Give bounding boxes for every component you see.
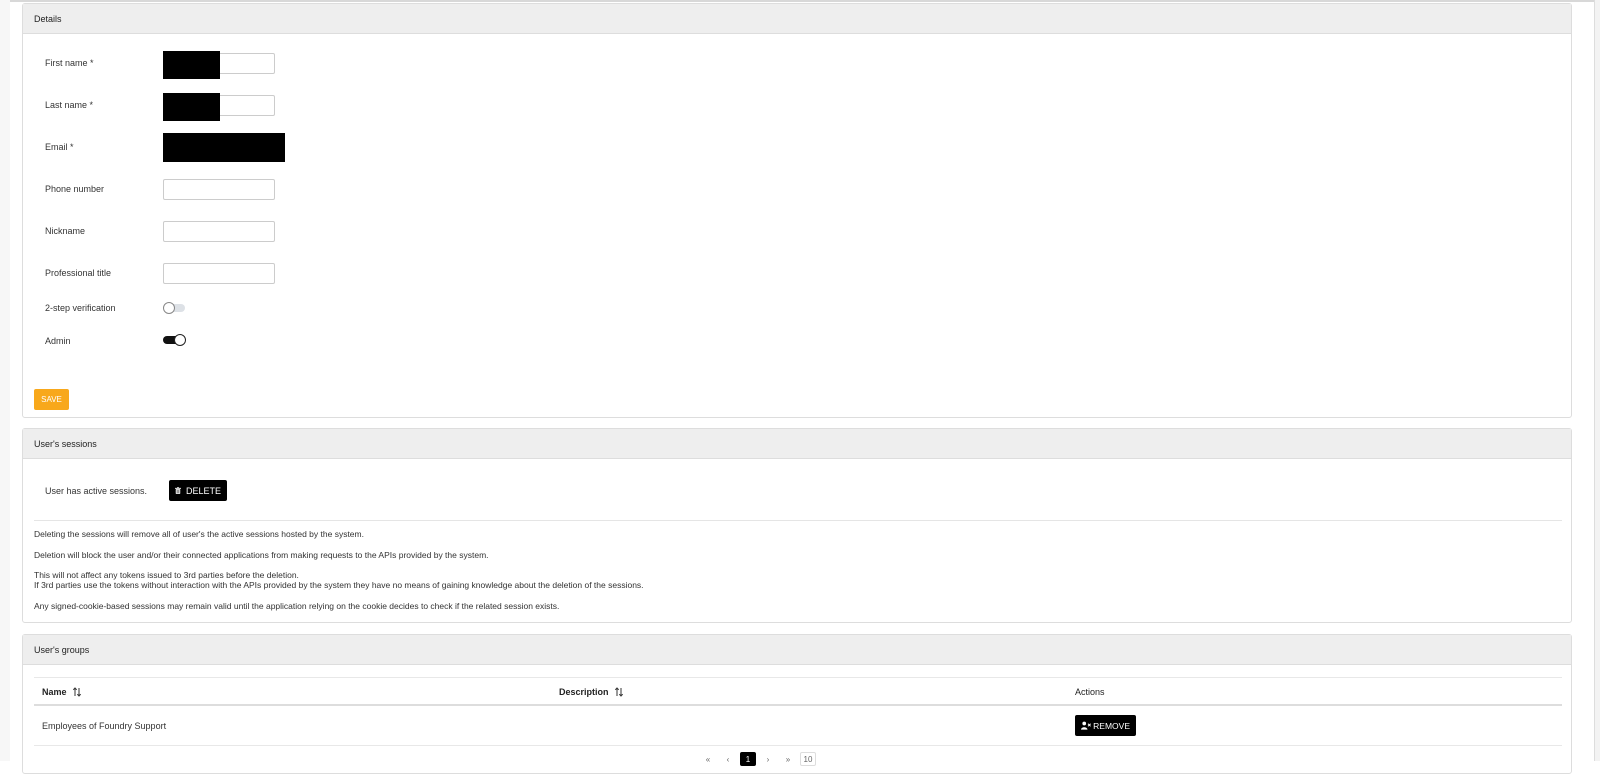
first-name-label: First name * bbox=[45, 58, 94, 68]
first-name-row: First name * bbox=[45, 51, 545, 79]
two-step-row: 2-step verification bbox=[45, 302, 545, 324]
save-button[interactable]: SAVE bbox=[34, 389, 69, 410]
sessions-header: User's sessions bbox=[23, 429, 1571, 459]
remove-label: REMOVE bbox=[1093, 720, 1130, 731]
column-name-label: Name bbox=[42, 687, 67, 697]
column-header-actions: Actions bbox=[1075, 687, 1105, 697]
professional-title-input[interactable] bbox=[163, 263, 275, 284]
phone-label: Phone number bbox=[45, 184, 105, 194]
toggle-knob bbox=[174, 334, 186, 346]
details-panel: Details First name * Last name * Email *… bbox=[22, 3, 1572, 418]
nickname-row: Nickname bbox=[45, 221, 545, 243]
active-sessions-text: User has active sessions. bbox=[45, 486, 148, 496]
last-name-row: Last name * bbox=[45, 93, 545, 121]
nickname-label: Nickname bbox=[45, 226, 86, 236]
sessions-panel: User's sessions User has active sessions… bbox=[22, 428, 1572, 623]
professional-title-row: Professional title bbox=[45, 263, 545, 285]
trash-icon bbox=[175, 487, 181, 494]
nickname-input[interactable] bbox=[163, 221, 275, 242]
next-page-button[interactable]: › bbox=[760, 752, 776, 766]
remove-group-button[interactable]: REMOVE bbox=[1075, 715, 1136, 736]
column-header-description[interactable]: Description bbox=[559, 687, 624, 697]
delete-sessions-button[interactable]: DELETE bbox=[169, 480, 227, 501]
toggle-knob bbox=[163, 302, 175, 314]
email-label: Email * bbox=[45, 142, 74, 152]
professional-title-label: Professional title bbox=[45, 268, 112, 278]
scrollbar[interactable] bbox=[1594, 0, 1600, 761]
redacted-block bbox=[163, 51, 220, 79]
two-step-toggle[interactable] bbox=[163, 302, 187, 314]
info-line: Deletion will block the user and/or thei… bbox=[34, 550, 489, 560]
admin-toggle[interactable] bbox=[163, 334, 187, 346]
divider bbox=[34, 520, 1562, 521]
email-row: Email * bbox=[45, 133, 545, 163]
last-page-button[interactable]: » bbox=[780, 752, 796, 766]
page-size-select[interactable]: 10 bbox=[800, 752, 816, 766]
phone-row: Phone number bbox=[45, 179, 545, 201]
group-name-cell: Employees of Foundry Support bbox=[42, 721, 167, 731]
two-step-label: 2-step verification bbox=[45, 303, 116, 313]
sort-updown-icon bbox=[72, 687, 81, 697]
pagination: « ‹ 1 › » 10 bbox=[700, 752, 816, 766]
table-header-row: Name Description Actions bbox=[34, 677, 1562, 706]
groups-table: Name Description Actions Employees of Fo… bbox=[34, 677, 1562, 746]
redacted-block bbox=[163, 133, 285, 162]
info-line: If 3rd parties use the tokens without in… bbox=[34, 580, 644, 590]
info-line: Any signed-cookie-based sessions may rem… bbox=[34, 601, 560, 611]
table-row: Employees of Foundry Support REMOVE bbox=[34, 706, 1562, 746]
redacted-block bbox=[163, 93, 220, 121]
admin-row: Admin bbox=[45, 334, 545, 356]
top-border bbox=[0, 0, 1600, 2]
groups-header: User's groups bbox=[23, 635, 1571, 665]
phone-input[interactable] bbox=[163, 179, 275, 200]
admin-label: Admin bbox=[45, 336, 71, 346]
column-header-name[interactable]: Name bbox=[42, 687, 82, 697]
page-1-button[interactable]: 1 bbox=[740, 752, 756, 766]
column-description-label: Description bbox=[559, 687, 609, 697]
sort-updown-icon bbox=[614, 687, 623, 697]
details-header: Details bbox=[23, 4, 1571, 34]
user-remove-icon bbox=[1081, 721, 1091, 730]
left-gutter bbox=[0, 0, 10, 761]
delete-label: DELETE bbox=[185, 485, 221, 496]
prev-page-button[interactable]: ‹ bbox=[720, 752, 736, 766]
last-name-label: Last name * bbox=[45, 100, 94, 110]
info-line: Deleting the sessions will remove all of… bbox=[34, 529, 364, 539]
first-page-button[interactable]: « bbox=[700, 752, 716, 766]
